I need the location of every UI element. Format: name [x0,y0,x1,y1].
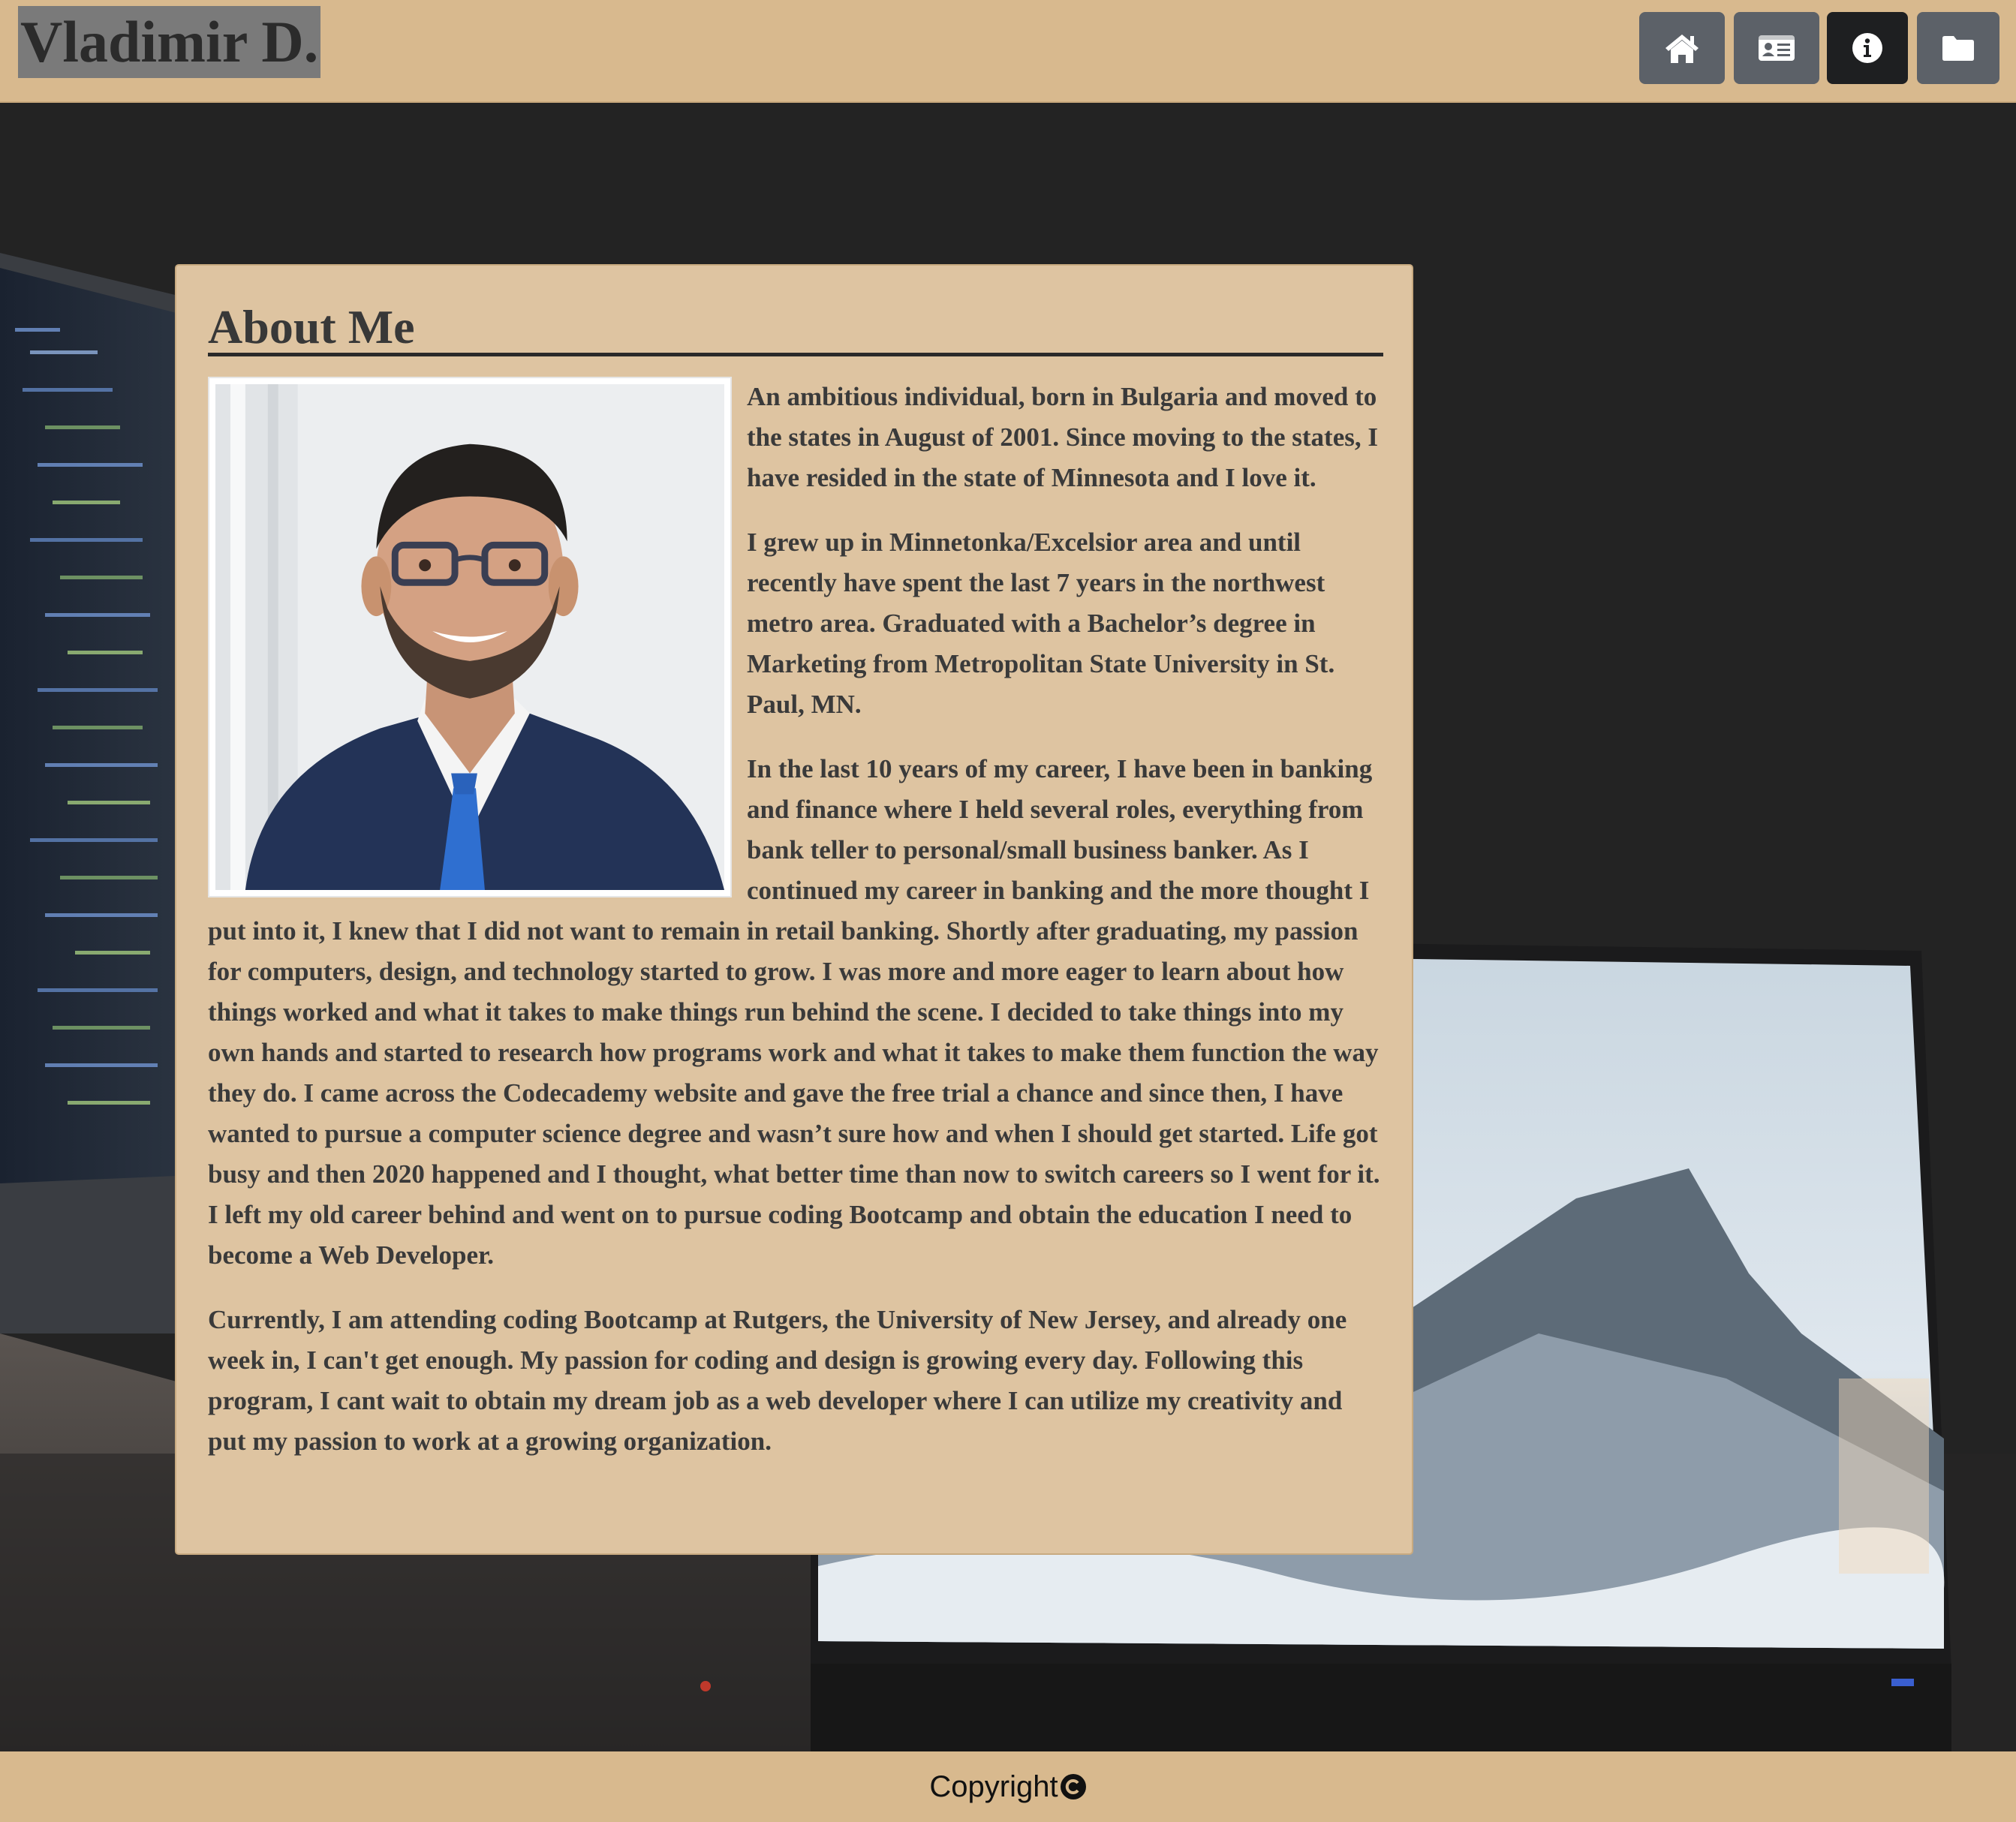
site-footer: Copyright [0,1751,2016,1822]
about-title: About Me [208,300,415,353]
profile-photo [208,377,732,897]
copyright-icon [1060,1774,1086,1799]
brand-name[interactable]: Vladimir D. [18,6,321,78]
copyright-text: Copyright [929,1769,1058,1803]
home-icon [1665,35,1699,63]
nav-home-button[interactable] [1639,12,1725,84]
nav-resume-button[interactable] [1734,12,1819,84]
about-card: About Me An ambitious individual, born i… [175,264,1413,1555]
nav-about-button[interactable] [1827,12,1908,84]
about-content: An ambitious individual, born in Bulgari… [208,377,1386,1486]
title-divider [208,353,1383,356]
site-header: Vladimir D. [0,0,2016,103]
about-paragraph-4: Currently, I am attending coding Bootcam… [208,1305,1347,1456]
nav-portfolio-button[interactable] [1917,12,1999,84]
info-icon [1852,33,1882,63]
portrait-image [215,384,724,890]
folder-icon [1942,36,1974,61]
id-card-icon [1759,35,1795,61]
